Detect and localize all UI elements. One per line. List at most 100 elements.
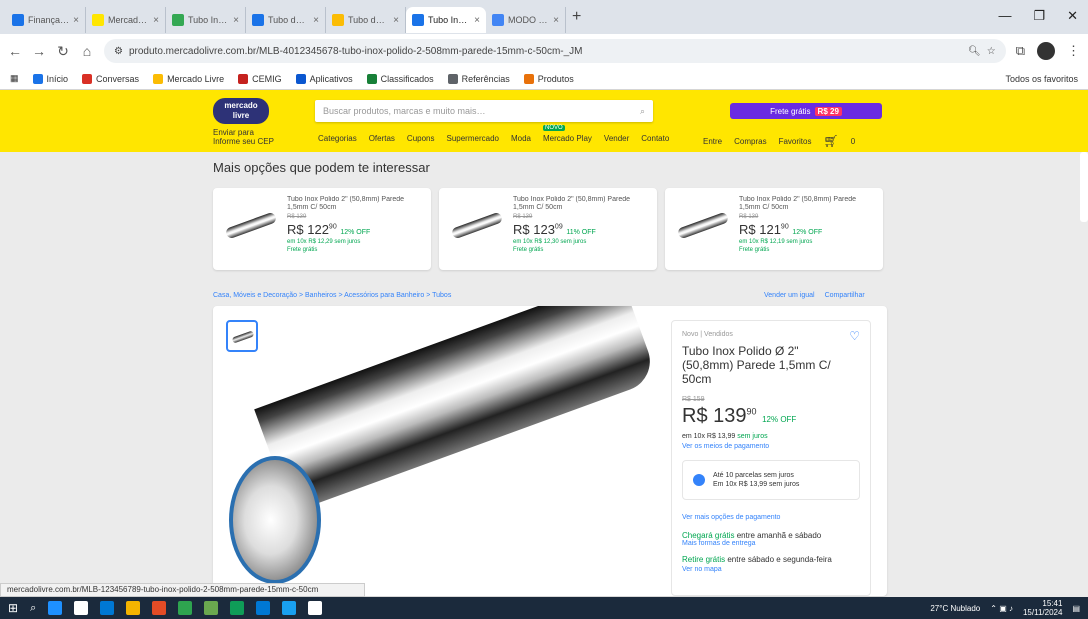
nav-item[interactable]: Supermercado xyxy=(447,134,499,143)
map-link[interactable]: Ver no mapa xyxy=(682,565,860,575)
tab-close-icon[interactable]: × xyxy=(233,15,239,26)
weather-text[interactable]: 27°C Nublado xyxy=(930,604,980,613)
bookmark-item[interactable]: Classificados xyxy=(366,73,434,84)
bookmark-label: Início xyxy=(46,73,69,84)
user-nav-item[interactable]: Compras xyxy=(734,137,766,146)
tray-icons[interactable]: ⌃ ▣ ♪ xyxy=(990,604,1013,613)
card-discount: 12% OFF xyxy=(340,229,371,236)
tab-close-icon[interactable]: × xyxy=(474,15,480,26)
suggestion-card[interactable]: Tubo Inox Polido 2" (50,8mm) Parede 1,5m… xyxy=(213,188,431,270)
close-window-button[interactable]: ✕ xyxy=(1067,8,1078,24)
bookmark-item[interactable]: Produtos xyxy=(523,73,574,84)
bookmarks-bar: ▦ Início Conversas Mercado Livre CEMIG Aplic… xyxy=(0,68,1088,90)
back-icon[interactable]: ← xyxy=(8,43,22,59)
nav-item[interactable]: Ofertas xyxy=(369,134,395,143)
ml-logo[interactable]: mercado livre xyxy=(213,98,269,124)
nav-item[interactable]: Cupons xyxy=(407,134,435,143)
browser-tab[interactable]: Tubo Inox Polido × xyxy=(406,7,486,33)
taskbar-app-icon[interactable] xyxy=(204,601,219,615)
new-tab-button[interactable]: + xyxy=(572,8,581,26)
menu-icon[interactable]: ⋮ xyxy=(1067,43,1080,59)
nav-item[interactable]: Contato xyxy=(641,134,669,143)
home-icon[interactable]: ⌂ xyxy=(80,43,94,59)
bookmark-item[interactable]: Conversas xyxy=(82,73,139,84)
search-icon[interactable]: ⌕ xyxy=(640,106,645,117)
tab-close-icon[interactable]: × xyxy=(553,15,559,26)
browser-tab[interactable]: Mercado Livre × xyxy=(86,7,166,33)
browser-tab[interactable]: MODO DOMÉSTICO × xyxy=(486,7,566,33)
taskbar-app-icon[interactable] xyxy=(308,601,323,615)
bookmark-favicon-icon xyxy=(366,73,377,84)
address-bar: ← → ↻ ⌂ ⚙ produto.mercadolivre.com.br/ML… xyxy=(0,34,1088,68)
notifications-icon[interactable]: ▤ xyxy=(1072,604,1080,613)
start-icon[interactable]: ⊞ xyxy=(8,601,18,615)
reload-icon[interactable]: ↻ xyxy=(56,43,70,60)
browser-tab[interactable]: Tubo de aço inox × xyxy=(246,7,326,33)
tab-close-icon[interactable]: × xyxy=(393,15,399,26)
apps-grid-icon[interactable]: ▦ xyxy=(10,73,19,84)
old-price: R$ 159 xyxy=(682,396,705,403)
taskbar-app-icon[interactable] xyxy=(230,601,245,615)
top-link[interactable]: Vender um igual xyxy=(764,292,815,299)
bookmark-item[interactable]: Referências xyxy=(447,73,510,84)
bookmark-item[interactable]: Início xyxy=(32,73,69,84)
browser-tab[interactable]: Tubo Inox Polido × xyxy=(166,7,246,33)
card-shipping: Frete grátis xyxy=(287,247,318,253)
user-nav-item[interactable]: Entre xyxy=(703,137,722,146)
profile-avatar[interactable] xyxy=(1037,42,1055,60)
tab-close-icon[interactable]: × xyxy=(73,15,79,26)
meli-credit-box[interactable]: Até 10 parcelas sem juros Em 10x R$ 13,9… xyxy=(682,460,860,500)
bookmark-label: CEMIG xyxy=(252,73,282,84)
nav-item[interactable]: Mercado Play xyxy=(543,125,592,143)
top-link[interactable]: Compartilhar xyxy=(825,292,865,299)
suggestion-card[interactable]: Tubo Inox Polido 2" (50,8mm) Parede 1,5m… xyxy=(665,188,883,270)
taskbar-app-icon[interactable] xyxy=(178,601,193,615)
extensions-icon[interactable]: ⧉ xyxy=(1016,43,1025,59)
payment-methods-link[interactable]: Ver os meios de pagamento xyxy=(682,443,860,450)
taskbar-app-icon[interactable] xyxy=(74,601,89,615)
favorite-heart-icon[interactable]: ♡ xyxy=(849,329,860,343)
taskbar-app-icon[interactable] xyxy=(152,601,167,615)
browser-tab[interactable]: Finanças | Gmail× xyxy=(6,7,86,33)
product-image[interactable] xyxy=(254,306,659,513)
browser-tab[interactable]: Tubo de aço inox × xyxy=(326,7,406,33)
taskbar-app-icon[interactable] xyxy=(256,601,271,615)
nav-item[interactable]: Moda xyxy=(511,134,531,143)
forward-icon[interactable]: → xyxy=(32,43,46,59)
user-nav: Entre Compras Favoritos 🛒︎ 0 xyxy=(703,134,855,148)
page-scrollbar[interactable] xyxy=(1080,152,1088,222)
user-nav-item[interactable]: Favoritos xyxy=(779,137,812,146)
zoom-icon[interactable]: 🔍︎ xyxy=(968,46,981,57)
tab-close-icon[interactable]: × xyxy=(313,15,319,26)
card-discount: 11% OFF xyxy=(566,229,596,236)
product-thumbnail[interactable] xyxy=(226,320,258,352)
cep-selector[interactable]: Enviar para Informe seu CEP xyxy=(213,128,274,146)
nav-item[interactable]: Categorias xyxy=(318,134,357,143)
breadcrumb[interactable]: Casa, Móveis e Decoração > Banheiros > A… xyxy=(213,292,451,299)
product-panel: Novo | Vendidos ♡ Tubo Inox Polido Ø 2" … xyxy=(213,306,887,596)
more-options-link[interactable]: Ver mais opções de pagamento xyxy=(682,514,860,521)
minimize-button[interactable]: — xyxy=(998,8,1011,24)
site-info-icon[interactable]: ⚙ xyxy=(114,46,123,57)
suggestion-card[interactable]: Tubo Inox Polido 2" (50,8mm) Parede 1,5m… xyxy=(439,188,657,270)
url-field[interactable]: ⚙ produto.mercadolivre.com.br/MLB-401234… xyxy=(104,39,1006,63)
all-bookmarks[interactable]: Todos os favoritos xyxy=(1005,74,1078,84)
shipping-link[interactable]: Mais formas de entrega xyxy=(682,540,860,547)
bookmark-item[interactable]: Aplicativos xyxy=(295,73,353,84)
taskbar-app-icon[interactable] xyxy=(100,601,115,615)
taskbar-app-icon[interactable] xyxy=(48,601,63,615)
clock[interactable]: 15:41 15/11/2024 xyxy=(1023,599,1062,617)
bookmark-item[interactable]: CEMIG xyxy=(238,73,282,84)
bookmark-item[interactable]: Mercado Livre xyxy=(153,73,224,84)
search-input[interactable]: Buscar produtos, marcas e muito mais… ⌕ xyxy=(315,100,653,122)
maximize-button[interactable]: ❐ xyxy=(1033,8,1045,24)
cart-icon[interactable]: 🛒︎ xyxy=(823,134,838,148)
promo-banner[interactable]: Frete grátis R$ 29 xyxy=(730,103,882,119)
tab-close-icon[interactable]: × xyxy=(153,15,159,26)
search-taskbar-icon[interactable]: ⌕ xyxy=(30,602,36,615)
taskbar-app-icon[interactable] xyxy=(282,601,297,615)
nav-item[interactable]: Vender xyxy=(604,134,629,143)
card-thumbnail xyxy=(673,196,731,254)
taskbar-app-icon[interactable] xyxy=(126,601,141,615)
bookmark-star-icon[interactable]: ☆ xyxy=(987,46,996,57)
